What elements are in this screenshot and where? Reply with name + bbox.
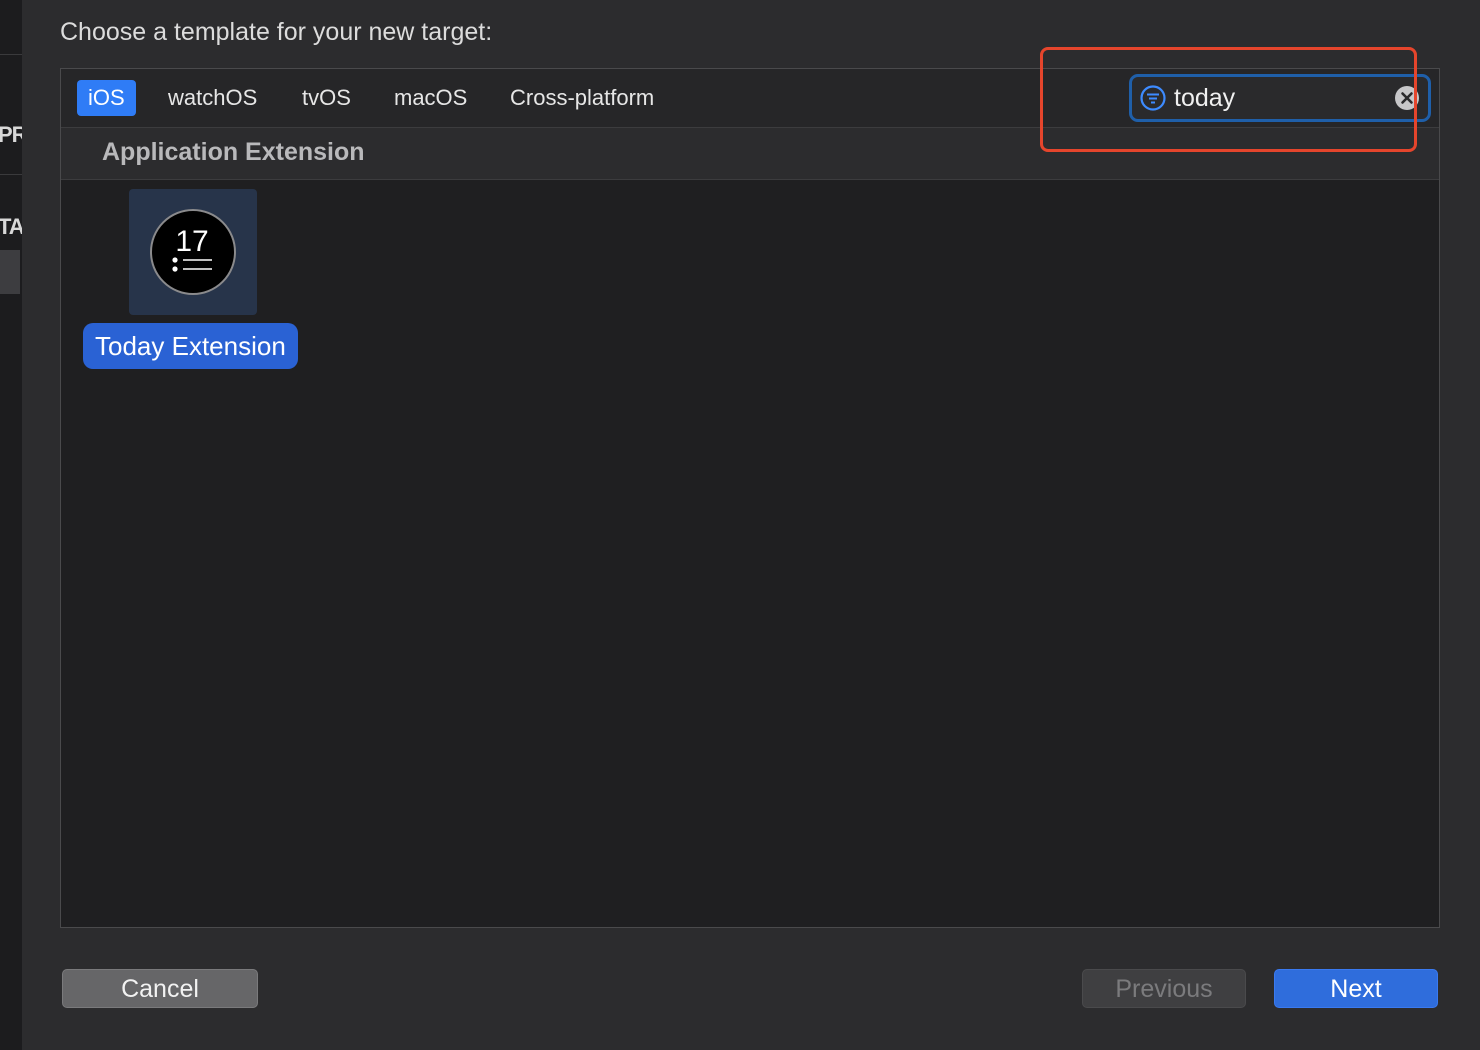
today-extension-icon: 17 <box>150 209 236 295</box>
background-text-fragment: PR <box>0 122 22 148</box>
background-divider <box>0 54 22 55</box>
cancel-button[interactable]: Cancel <box>62 969 258 1008</box>
new-target-sheet: Choose a template for your new target: i… <box>22 0 1480 1050</box>
tab-watchos[interactable]: watchOS <box>157 80 268 116</box>
tab-ios[interactable]: iOS <box>77 80 136 116</box>
background-window: PR TA <box>0 0 23 1050</box>
tab-tvos[interactable]: tvOS <box>291 80 362 116</box>
clear-icon[interactable] <box>1394 85 1420 111</box>
section-header: Application Extension <box>61 128 1439 180</box>
platform-tab-bar: iOS watchOS tvOS macOS Cross-platform <box>61 69 1439 128</box>
background-divider <box>0 174 22 175</box>
template-label-today-extension[interactable]: Today Extension <box>83 323 298 369</box>
search-input[interactable] <box>1174 81 1384 115</box>
sheet-title: Choose a template for your new target: <box>60 18 493 46</box>
template-search-field[interactable] <box>1129 74 1431 122</box>
filter-icon[interactable] <box>1140 85 1166 111</box>
template-tile-today-extension[interactable]: 17 <box>129 189 257 315</box>
tab-cross-platform[interactable]: Cross-platform <box>499 80 665 116</box>
tab-macos[interactable]: macOS <box>383 80 478 116</box>
previous-button[interactable]: Previous <box>1082 969 1246 1008</box>
icon-day-number: 17 <box>175 225 208 258</box>
background-selected-row <box>0 250 20 294</box>
next-button[interactable]: Next <box>1274 969 1438 1008</box>
background-text-fragment: TA <box>0 214 23 239</box>
section-title: Application Extension <box>102 138 365 166</box>
template-panel: iOS watchOS tvOS macOS Cross-platform to… <box>60 68 1440 928</box>
